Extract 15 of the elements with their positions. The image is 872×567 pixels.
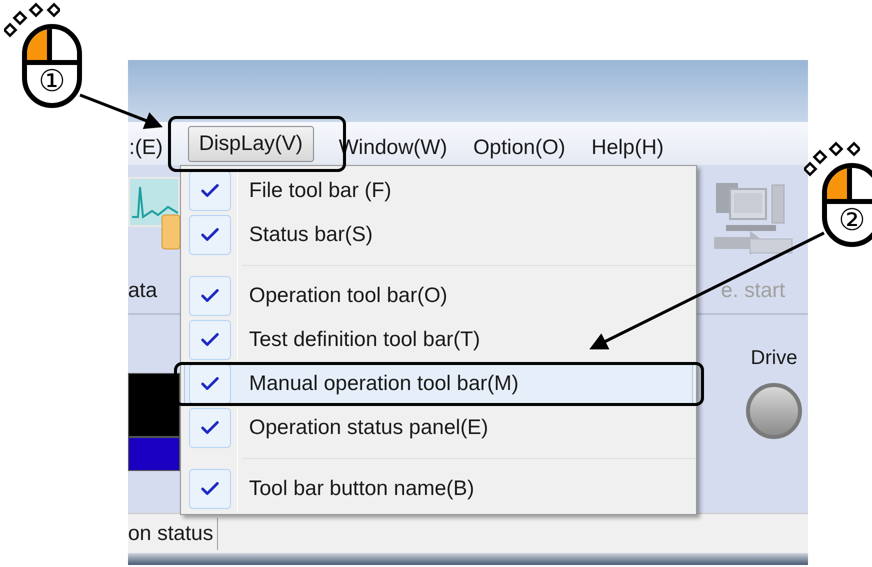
toolbar-button[interactable]: ata [128, 177, 180, 303]
menu-option[interactable]: Operation tool bar(O) [184, 274, 693, 318]
menu-option[interactable]: Tool bar button name(B) [184, 467, 693, 511]
menu-option[interactable]: Test definition tool bar(T) [184, 318, 693, 362]
callout-number: ① [38, 65, 66, 99]
menu-item[interactable]: Option(O) [472, 134, 566, 158]
menu-option[interactable]: Status bar(S) [184, 213, 693, 257]
status-cell: on status [128, 518, 218, 550]
menu-item[interactable]: Help(H) [590, 134, 665, 158]
menu-option[interactable]: Operation status panel(E) [184, 406, 693, 450]
callout-number: ② [838, 204, 866, 238]
menu-option[interactable]: File tool bar (F) [184, 169, 693, 213]
menu-item[interactable]: :(E) [128, 134, 164, 158]
drive-label: Drive [750, 346, 798, 371]
menu-item[interactable]: DispLay(V) [188, 126, 314, 162]
